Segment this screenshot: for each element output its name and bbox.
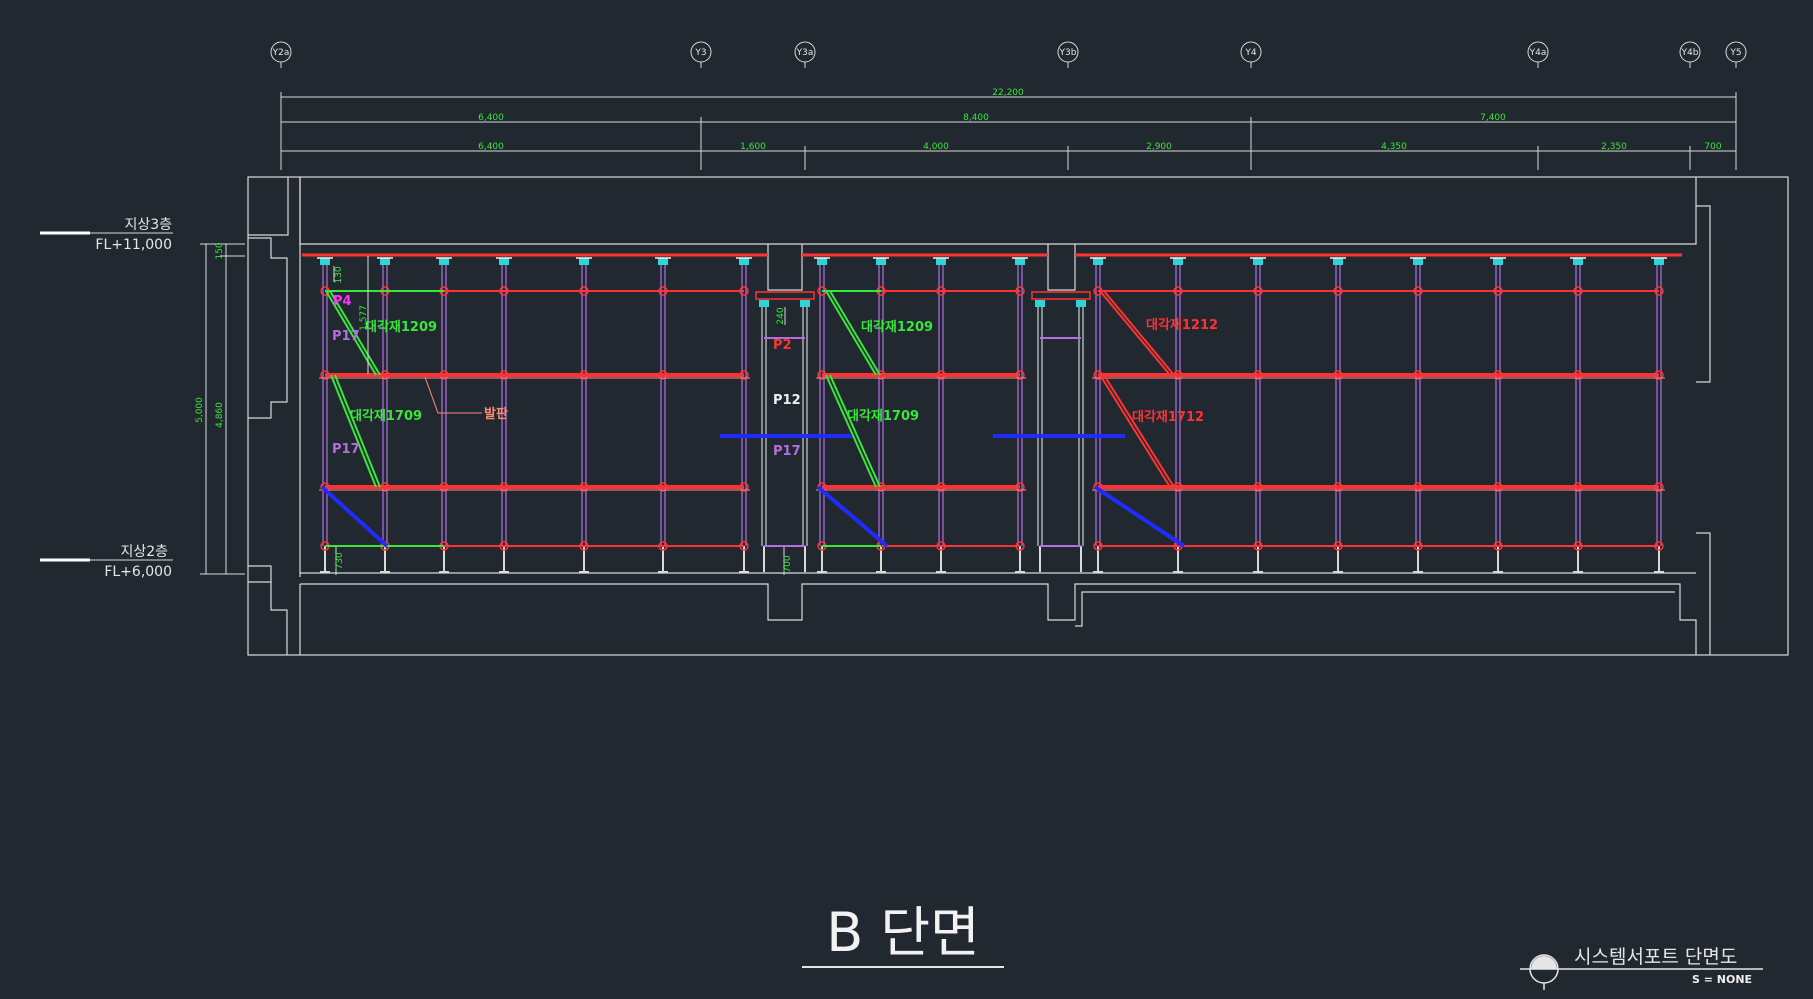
top-jack [1093,258,1103,265]
drawing-subtitle: 시스템서포트 단면도 [1574,946,1737,968]
balpan-leader [424,376,482,414]
dim-small: 730 [335,552,345,569]
level-name: 지상3층 [124,217,172,233]
dim-tier3: 4,000 [923,142,949,152]
balpan-label: 발판 [484,406,508,422]
dim-tier3: 700 [1704,142,1721,152]
grid-axis-labels: Y2a Y3 Y3a Y3b Y4 Y4a Y4b Y5 [272,48,1742,58]
brace-label: 대각재1209 [365,320,437,335]
dim-tier2: 7,400 [1480,113,1506,123]
grid-label: Y5 [1729,48,1741,58]
section-drawing: Y2a Y3 Y3a Y3b Y4 Y4a Y4b Y5 22,200 6,40… [40,41,1789,990]
top-jack [739,258,749,265]
top-jack [320,258,330,265]
top-jack [499,258,509,265]
brace-label: 대각재1712 [1132,410,1204,425]
brace-label: 대각재1709 [350,409,422,424]
top-jack [439,258,449,265]
post-label-p17: P17 [332,329,360,344]
top-jack [1413,258,1423,265]
blue-braces [320,434,1186,548]
dim-tier2: 8,400 [963,113,989,123]
grid-axes [270,41,1747,68]
top-jack [817,258,827,265]
top-jack [1173,258,1183,265]
grid-label: Y3 [694,48,706,58]
top-jack [1253,258,1263,265]
brace-label: 대각재1212 [1146,318,1218,333]
dim-small: 130 [334,266,344,283]
dim-vertical: 150 [215,242,225,259]
top-jack [936,258,946,265]
top-jack [759,300,769,307]
top-jack [1035,300,1045,307]
top-jack [380,258,390,265]
dim-tier3: 2,900 [1146,142,1172,152]
diagonal-braces [325,290,1175,488]
dimension-lines [280,92,1737,170]
top-jack [1493,258,1503,265]
dim-small: 240 [776,307,786,324]
post-label-p17: P17 [332,442,360,457]
dim-tier2: 6,400 [478,113,504,123]
post-label-p4: P4 [333,294,352,309]
drawing-scale: S = NONE [1692,973,1752,986]
post-label-p12: P12 [773,393,801,408]
dimension-texts: 22,200 6,400 8,400 7,400 6,400 1,600 4,0… [478,88,1722,152]
top-jack [1573,258,1583,265]
support-posts [317,257,1667,573]
top-jack [1654,258,1664,265]
dim-small: 700 [783,555,793,572]
top-jack [658,258,668,265]
dim-vertical: 4,860 [215,402,225,428]
title-block: B 단면 시스템서포트 단면도 S = NONE [802,901,1763,990]
dim-tier3: 4,350 [1381,142,1407,152]
grid-label: Y3a [796,48,814,58]
top-jack [1015,258,1025,265]
dim-tier3: 1,600 [740,142,766,152]
grid-label: Y3b [1059,48,1077,58]
grid-label: Y4 [1244,48,1256,58]
dim-vertical: 5,000 [195,397,205,423]
top-jack [876,258,886,265]
dim-tier3: 2,350 [1601,142,1627,152]
grid-label: Y4a [1529,48,1547,58]
grid-label: Y2a [272,48,290,58]
section-title: B 단면 [826,901,980,964]
support-ledgers [319,290,1665,547]
dim-overall: 22,200 [992,88,1024,98]
top-jack [1333,258,1343,265]
top-jack [579,258,589,265]
top-jack [800,300,810,307]
level-marker-upper: 지상3층 FL+11,000 [40,217,173,253]
level-fl: FL+11,000 [95,237,172,253]
level-fl: FL+6,000 [104,564,172,580]
brace-label: 대각재1709 [847,409,919,424]
grid-label: Y4b [1681,48,1699,58]
dim-tier3: 6,400 [478,142,504,152]
brace-label: 대각재1209 [861,320,933,335]
post-label-p2: P2 [773,338,792,353]
top-jack [1076,300,1086,307]
level-marker-lower: 지상2층 FL+6,000 [40,544,173,580]
post-label-p17: P17 [773,444,801,459]
level-name: 지상2층 [120,544,168,560]
